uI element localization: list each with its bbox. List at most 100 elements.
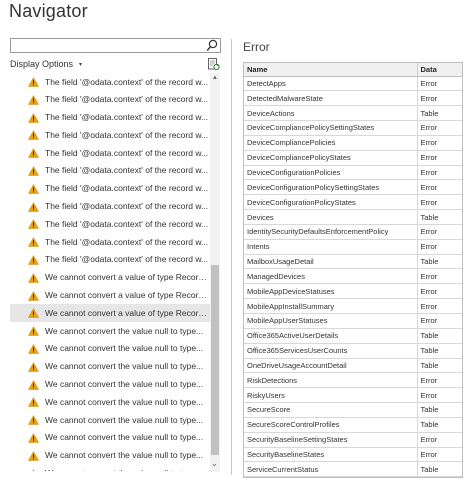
refresh-icon[interactable] bbox=[207, 57, 220, 71]
list-item[interactable]: The field '@odata.context' of the record… bbox=[10, 144, 210, 162]
table-row[interactable]: Devices Table bbox=[244, 209, 462, 225]
list-item[interactable]: The field '@odata.context' of the record… bbox=[10, 215, 210, 233]
cell-data[interactable]: Error bbox=[417, 150, 462, 166]
cell-data[interactable]: Table bbox=[417, 343, 462, 359]
table-row[interactable]: Office365ServicesUserCounts Table bbox=[244, 343, 462, 359]
column-header-data[interactable]: Data bbox=[417, 63, 462, 77]
table-row[interactable]: RiskyUsers Error bbox=[244, 387, 462, 404]
list-item[interactable]: The field '@odata.context' of the record… bbox=[10, 91, 210, 109]
table-row[interactable]: SecureScoreControlProfiles Table bbox=[244, 417, 462, 433]
warning-icon bbox=[28, 343, 39, 354]
cell-data[interactable]: Table bbox=[417, 461, 462, 478]
list-item[interactable]: The field '@odata.context' of the record… bbox=[10, 126, 210, 144]
table-row[interactable]: SecurityBaselineSettingStates Error bbox=[244, 432, 462, 448]
search-icon[interactable] bbox=[206, 39, 218, 52]
cell-data[interactable]: Error bbox=[417, 90, 462, 107]
table-row[interactable]: DetectedMalwareState Error bbox=[244, 90, 462, 107]
cell-data[interactable]: Error bbox=[417, 283, 462, 300]
list-item[interactable]: We cannot convert a value of type Record… bbox=[10, 269, 210, 287]
cell-data[interactable]: Error bbox=[417, 372, 462, 389]
table-row[interactable]: SecurityBaselineStates Error bbox=[244, 447, 462, 463]
table-row[interactable]: DeviceCompliancePolicyStates Error bbox=[244, 150, 462, 166]
list-item[interactable]: The field '@odata.context' of the record… bbox=[10, 198, 210, 216]
cell-data[interactable]: Error bbox=[417, 135, 462, 151]
cell-data[interactable]: Error bbox=[417, 268, 462, 285]
cell-name: DeviceConfigurationPolicyStates bbox=[244, 194, 418, 211]
table-row[interactable]: OneDriveUsageAccountDetail Table bbox=[244, 358, 462, 374]
table-row[interactable]: DeviceConfigurationPolicySettingStates Er… bbox=[244, 179, 462, 196]
table-row[interactable]: ServiceCurrentStatus Table bbox=[244, 461, 462, 478]
cell-data[interactable]: Error bbox=[417, 165, 462, 181]
column-header-name[interactable]: Name bbox=[244, 63, 418, 77]
list-item[interactable]: We cannot convert the value null to type… bbox=[10, 358, 210, 376]
cell-data[interactable]: Error bbox=[417, 194, 462, 211]
cell-data[interactable]: Table bbox=[417, 209, 462, 225]
list-item[interactable]: We cannot convert a value of type Record… bbox=[10, 304, 210, 323]
cell-data[interactable]: Table bbox=[417, 358, 462, 374]
table-row[interactable]: Intents Error bbox=[244, 239, 462, 255]
cell-data[interactable]: Table bbox=[417, 328, 462, 344]
table-row[interactable]: ManagedDevices Error bbox=[244, 268, 462, 285]
list-item[interactable]: We cannot convert the value null to type… bbox=[10, 429, 210, 447]
preview-table: Name Data DetectApps Error DetectedMalware… bbox=[243, 62, 463, 479]
table-row[interactable]: IdentitySecurityDefaultsEnforcementPolic… bbox=[244, 224, 462, 240]
table-row[interactable]: DetectApps Error bbox=[244, 76, 462, 92]
table-row[interactable]: DeviceCompliancePolicySettingStates Error bbox=[244, 120, 462, 136]
table-row[interactable]: Office365ActiveUserDetails Table bbox=[244, 328, 462, 344]
cell-name: Office365ActiveUserDetails bbox=[244, 328, 418, 344]
cell-data[interactable]: Error bbox=[417, 387, 462, 404]
warning-icon bbox=[28, 183, 39, 194]
cell-data[interactable]: Table bbox=[417, 254, 462, 270]
scroll-up-icon[interactable]: ▲ bbox=[212, 75, 218, 81]
table-row[interactable]: RiskDetections Error bbox=[244, 372, 462, 389]
list-item-label: The field '@odata.context' of the record… bbox=[45, 147, 209, 158]
list-item[interactable]: We cannot convert the value null to type… bbox=[10, 411, 210, 429]
table-row[interactable]: DeviceConfigurationPolicyStates Error bbox=[244, 194, 462, 211]
list-item[interactable]: We cannot convert the value null to type… bbox=[10, 393, 210, 411]
cell-name: DetectedMalwareState bbox=[244, 90, 418, 107]
list-item[interactable]: We cannot convert the value null to type… bbox=[10, 447, 210, 465]
list-item[interactable]: The field '@odata.context' of the record… bbox=[10, 109, 210, 127]
table-row[interactable]: MobileAppInstallSummary Error bbox=[244, 298, 462, 314]
cell-data[interactable]: Error bbox=[417, 224, 462, 240]
cell-data[interactable]: Table bbox=[417, 417, 462, 433]
search-input[interactable] bbox=[10, 38, 221, 53]
list-item-label: The field '@odata.context' of the record… bbox=[45, 218, 209, 229]
scroll-thumb[interactable] bbox=[211, 265, 219, 455]
cell-data[interactable]: Error bbox=[417, 298, 462, 314]
list-scrollbar[interactable]: ▲ ⌄ bbox=[210, 73, 220, 472]
list-item[interactable]: The field '@odata.context' of the record… bbox=[10, 73, 210, 91]
list-item[interactable]: The field '@odata.context' of the record… bbox=[10, 162, 210, 180]
cell-name: Intents bbox=[244, 239, 418, 255]
table-row[interactable]: DeviceConfigurationPolicies Error bbox=[244, 165, 462, 181]
list-item[interactable]: We cannot convert the value null to type… bbox=[10, 322, 210, 340]
cell-data[interactable]: Error bbox=[417, 447, 462, 463]
table-row[interactable]: MailboxUsageDetail Table bbox=[244, 254, 462, 270]
list-item[interactable]: The field '@odata.context' of the record… bbox=[10, 180, 210, 198]
list-item[interactable]: The field '@odata.context' of the record… bbox=[10, 233, 210, 251]
list-item[interactable]: We cannot convert a value of type Record… bbox=[10, 287, 210, 305]
table-row[interactable]: DeviceCompliancePolicies Error bbox=[244, 135, 462, 151]
list-item[interactable]: We cannot convert the value null to type… bbox=[10, 340, 210, 358]
table-row[interactable]: MobileAppUserStatuses Error bbox=[244, 313, 462, 329]
list-item[interactable]: We cannot convert the value null to type… bbox=[10, 376, 210, 394]
cell-data[interactable]: Error bbox=[417, 76, 462, 92]
cell-data[interactable]: Error bbox=[417, 179, 462, 196]
cell-data[interactable]: Error bbox=[417, 120, 462, 136]
table-row[interactable]: MobileAppDeviceStatuses Error bbox=[244, 283, 462, 300]
scroll-down-icon[interactable]: ⌄ bbox=[211, 459, 218, 468]
list-item-label: The field '@odata.context' of the record… bbox=[45, 165, 209, 176]
cell-data[interactable]: Error bbox=[417, 313, 462, 329]
table-row[interactable]: DeviceActions Table bbox=[244, 105, 462, 122]
list-item[interactable]: We cannot convert the value null to type… bbox=[10, 465, 210, 471]
table-row[interactable]: SecureScore Table bbox=[244, 402, 462, 418]
warning-icon bbox=[28, 379, 39, 390]
cell-data[interactable]: Table bbox=[417, 105, 462, 122]
cell-data[interactable]: Error bbox=[417, 239, 462, 255]
list-item[interactable]: The field '@odata.context' of the record… bbox=[10, 251, 210, 269]
cell-data[interactable]: Table bbox=[417, 402, 462, 418]
cell-name: IdentitySecurityDefaultsEnforcementPolic… bbox=[244, 224, 418, 240]
cell-data[interactable]: Error bbox=[417, 432, 462, 448]
list-item-label: The field '@odata.context' of the record… bbox=[45, 254, 209, 265]
display-options-dropdown[interactable]: Display Options ▾ bbox=[10, 59, 82, 69]
